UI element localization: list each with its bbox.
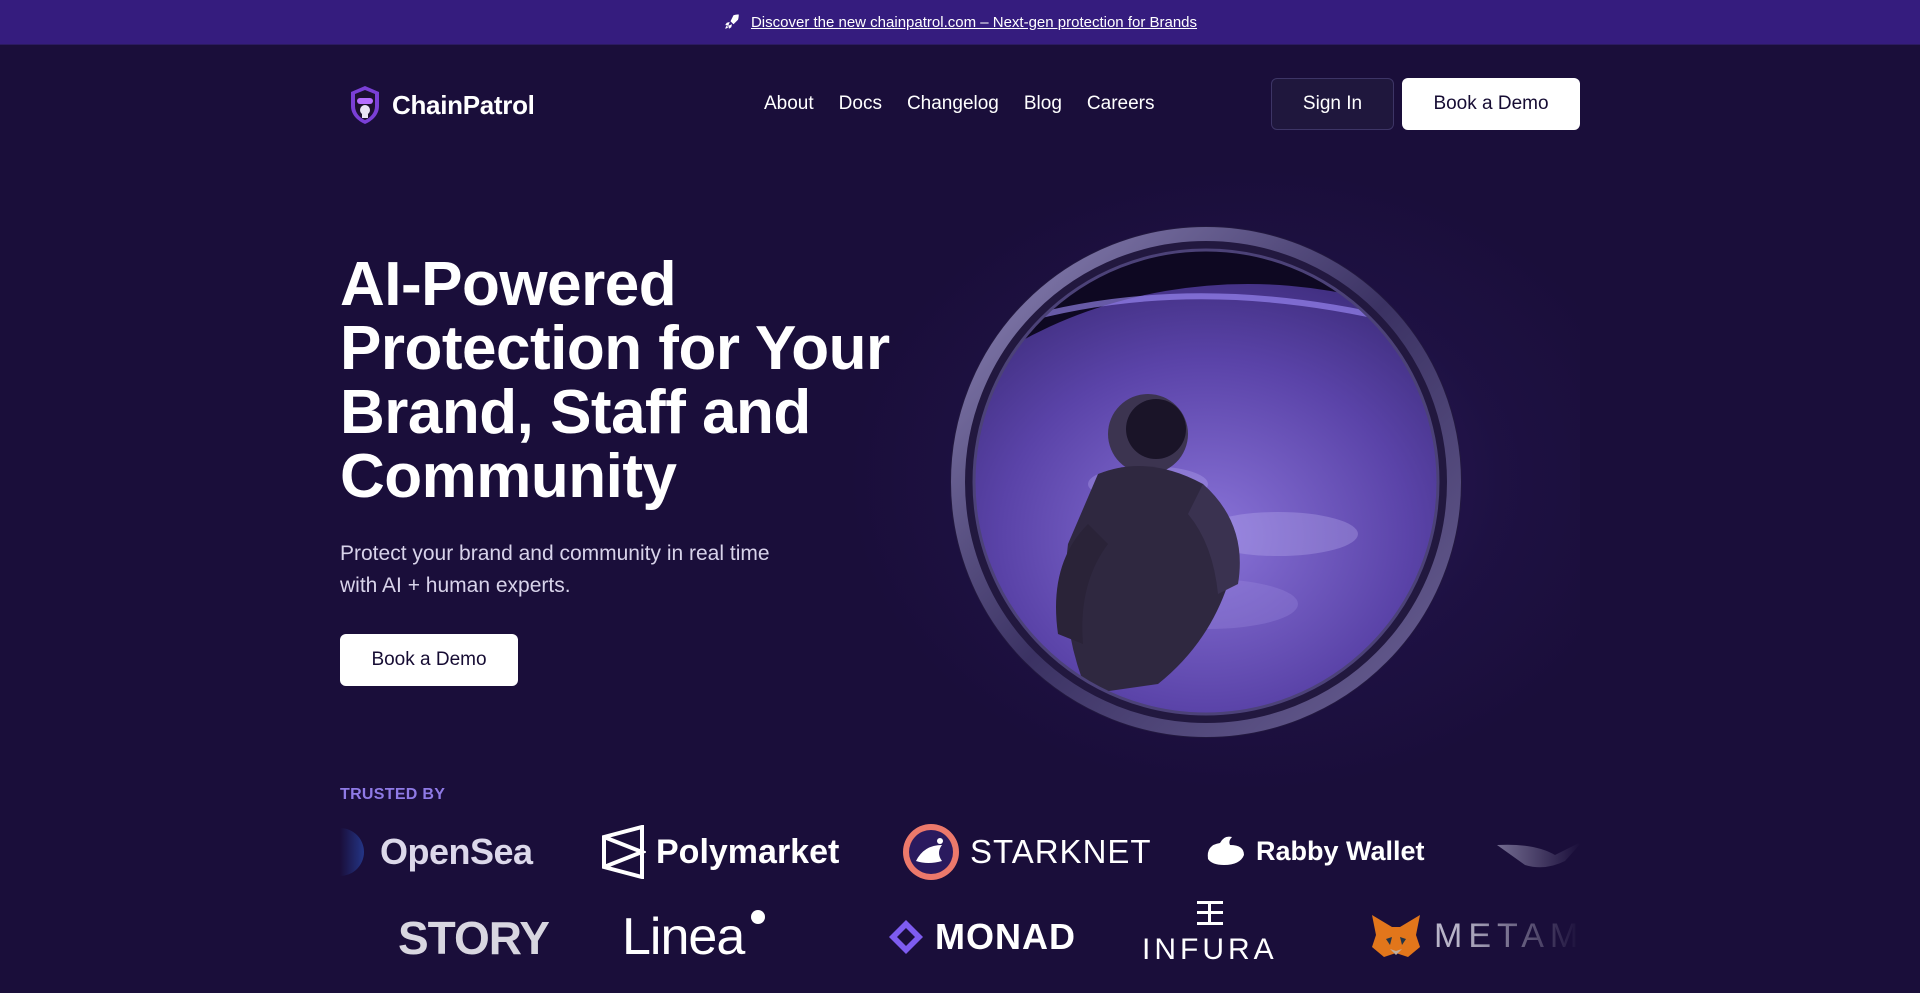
brand-logo[interactable]: ChainPatrol [348,84,535,126]
marquee-fade-left [340,815,380,993]
announcement-bar: Discover the new chainpatrol.com – Next-… [0,0,1920,45]
monad-icon [889,920,923,954]
logo-linea: Linea [622,907,766,967]
hero-subtitle-line: Protect your brand and community in real… [340,542,770,565]
rocket-icon [725,14,739,29]
marquee-fade-right [1460,815,1580,993]
book-demo-hero-button[interactable]: Book a Demo [340,634,518,686]
nav-link-changelog[interactable]: Changelog [907,93,999,115]
astronaut-porthole-image [950,226,1462,738]
trusted-by-heading: TRUSTED BY [340,786,446,803]
starknet-icon [903,824,959,880]
hero-subtitle: Protect your brand and community in real… [340,538,820,602]
logo-rabby-wallet: Rabby Wallet [1204,833,1425,869]
infura-icon [1196,901,1223,925]
hero-subtitle-line: with AI + human experts. [340,574,571,597]
announcement-link[interactable]: Discover the new chainpatrol.com – Next-… [751,14,1197,31]
logo-story: STORY [398,912,550,964]
metamask-fox-icon [1372,915,1420,957]
book-demo-nav-button[interactable]: Book a Demo [1402,78,1580,130]
trusted-logos-marquee: OpenSea Polymarket STARKNET Rabby Wallet… [340,815,1580,993]
nav-links: About Docs Changelog Blog Careers [764,93,1154,115]
logo-monad: MONAD [887,916,1076,958]
brand-name: ChainPatrol [392,89,535,120]
sign-in-button[interactable]: Sign In [1271,78,1394,130]
logo-starknet: STARKNET [902,823,1152,881]
logo-polymarket: Polymarket [600,825,839,879]
nav-link-careers[interactable]: Careers [1087,93,1155,115]
logo-infura: INFURA [1142,899,1278,967]
polymarket-icon [602,825,646,879]
nav-link-blog[interactable]: Blog [1024,93,1062,115]
rabby-icon [1207,836,1244,865]
linea-dot-icon [751,910,766,924]
nav-link-about[interactable]: About [764,93,814,115]
nav-link-docs[interactable]: Docs [839,93,882,115]
top-nav: ChainPatrol About Docs Changelog Blog Ca… [340,77,1580,133]
shield-mascot-icon [351,86,379,124]
